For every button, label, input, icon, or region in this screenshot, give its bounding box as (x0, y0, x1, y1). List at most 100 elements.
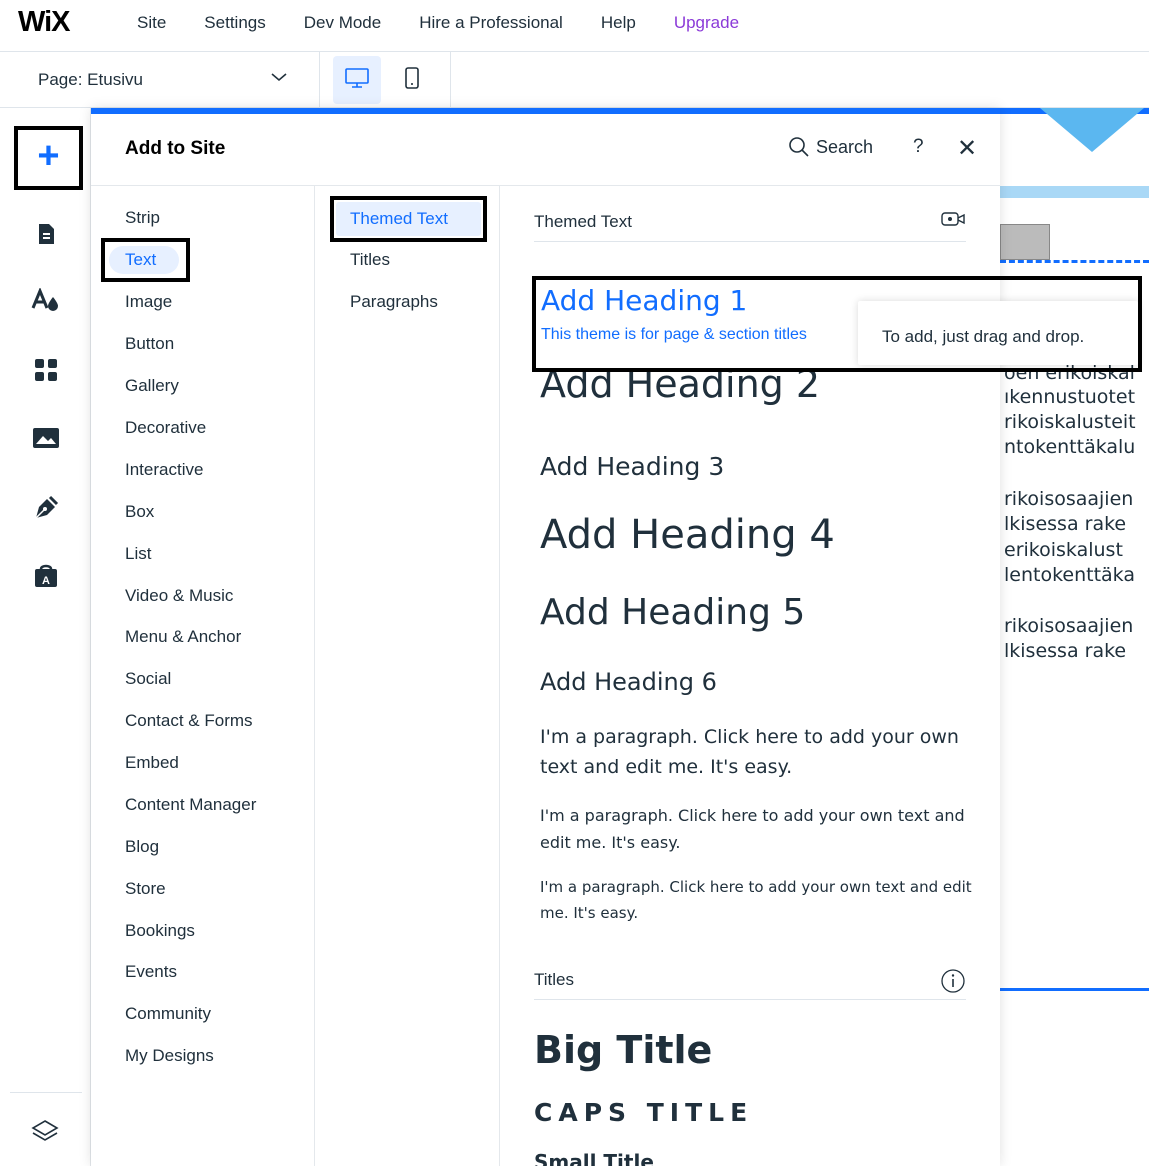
site-canvas[interactable]: oen erikoiskal ıkennustuotet rikoiskalus… (1000, 108, 1149, 1166)
canvas-dashed-guide (1000, 260, 1149, 263)
search-icon (788, 136, 810, 158)
divider (10, 1092, 82, 1093)
canvas-triangle-shape (1040, 108, 1144, 152)
category-video-music[interactable]: Video & Music (125, 586, 233, 606)
big-title-preset[interactable]: Big Title (534, 1028, 712, 1072)
caps-title-preset[interactable]: CAPS TITLE (534, 1098, 753, 1127)
category-interactive[interactable]: Interactive (125, 460, 203, 480)
category-image[interactable]: Image (125, 292, 172, 312)
subcategory-themed-text-selected[interactable]: Themed Text (330, 196, 487, 242)
business-button[interactable]: A (28, 560, 64, 596)
section-header-titles: Titles (534, 960, 966, 1000)
section-title: Themed Text (534, 212, 632, 231)
category-gallery[interactable]: Gallery (125, 376, 179, 396)
help-button[interactable]: ? (913, 136, 924, 158)
top-bar: WiX Site Settings Dev Mode Hire a Profes… (0, 0, 1149, 52)
category-events[interactable]: Events (125, 962, 177, 982)
menu-hire-professional[interactable]: Hire a Professional (419, 13, 563, 33)
paragraph-1-preset[interactable]: I'm a paragraph. Click here to add your … (540, 722, 960, 782)
video-icon[interactable] (940, 210, 966, 233)
heading-1-preset-highlighted[interactable]: Add Heading 1 This theme is for page & s… (532, 276, 1142, 372)
mobile-icon (404, 66, 420, 95)
desktop-view-button[interactable] (333, 56, 381, 104)
wix-logo[interactable]: WiX (18, 6, 71, 39)
canvas-text-line: lentokenttäka (1004, 564, 1135, 586)
section-header-themed-text: Themed Text (534, 202, 966, 242)
page-selector[interactable]: Page: Etusivu (0, 52, 320, 108)
category-community[interactable]: Community (125, 1004, 211, 1024)
category-list: Strip Text Image Button Gallery Decorati… (91, 186, 315, 1166)
svg-text:A: A (42, 575, 50, 587)
category-content-manager[interactable]: Content Manager (125, 795, 256, 815)
close-button[interactable]: ✕ (957, 134, 977, 163)
category-strip[interactable]: Strip (125, 208, 160, 228)
subcategory-paragraphs[interactable]: Paragraphs (350, 292, 438, 312)
apps-grid-icon (34, 358, 58, 387)
pages-button[interactable] (28, 218, 64, 254)
subcategory-list: Themed Text Titles Paragraphs (315, 186, 500, 1166)
design-button[interactable] (28, 284, 64, 320)
page-name: Etusivu (87, 70, 143, 89)
canvas-text-line: ntokenttäkalu (1004, 436, 1136, 458)
menu-upgrade[interactable]: Upgrade (674, 13, 739, 33)
subcategory-titles[interactable]: Titles (350, 250, 390, 270)
layers-icon (30, 1120, 60, 1150)
plus-icon: + (37, 135, 60, 177)
add-elements-button[interactable]: + (14, 126, 83, 190)
category-bookings[interactable]: Bookings (125, 921, 195, 941)
category-list[interactable]: List (125, 544, 151, 564)
info-icon[interactable] (940, 968, 966, 999)
category-store[interactable]: Store (125, 879, 166, 899)
add-to-site-panel: Add to Site Search ? ✕ Strip Text Image … (91, 108, 1000, 1166)
category-text-selected[interactable]: Text (101, 238, 190, 282)
pen-icon (33, 495, 59, 526)
canvas-text-line: ıkennustuotet (1004, 386, 1136, 408)
category-contact-forms[interactable]: Contact & Forms (125, 711, 253, 731)
canvas-text-line: lkisessa rake (1004, 640, 1127, 662)
menu-site[interactable]: Site (137, 13, 166, 33)
small-title-preset[interactable]: Small Title (534, 1150, 654, 1166)
canvas-text-line: erikoiskalust (1004, 539, 1123, 561)
heading-1-preset: Add Heading 1 (541, 284, 748, 317)
top-menu: Site Settings Dev Mode Hire a Profession… (118, 0, 758, 46)
mobile-view-button[interactable] (388, 56, 436, 104)
menu-settings[interactable]: Settings (204, 13, 265, 33)
layers-button[interactable] (30, 1118, 60, 1151)
paragraph-3-preset[interactable]: I'm a paragraph. Click here to add your … (540, 874, 990, 926)
canvas-blue-line (1000, 988, 1149, 991)
left-toolbar: + A (0, 108, 91, 1166)
menu-help[interactable]: Help (601, 13, 636, 33)
canvas-text-line: rikoisosaajien (1004, 615, 1134, 637)
category-menu-anchor[interactable]: Menu & Anchor (125, 627, 241, 647)
paragraph-2-preset[interactable]: I'm a paragraph. Click here to add your … (540, 802, 985, 856)
heading-6-preset[interactable]: Add Heading 6 (540, 668, 717, 696)
canvas-grey-box (1000, 224, 1050, 260)
category-decorative[interactable]: Decorative (125, 418, 206, 438)
heading-4-preset[interactable]: Add Heading 4 (540, 512, 835, 558)
canvas-band (1000, 186, 1149, 198)
drag-drop-tooltip: To add, just drag and drop. (858, 301, 1138, 365)
category-social[interactable]: Social (125, 669, 171, 689)
category-my-designs[interactable]: My Designs (125, 1046, 214, 1066)
heading-5-preset[interactable]: Add Heading 5 (540, 592, 805, 633)
category-box[interactable]: Box (125, 502, 154, 522)
desktop-icon (344, 66, 370, 95)
chevron-down-icon (270, 70, 288, 86)
category-text: Text (125, 250, 157, 269)
subcategory-themed-text: Themed Text (350, 209, 448, 228)
canvas-text-line: rikoisosaajien (1004, 488, 1134, 510)
image-icon (32, 427, 60, 454)
apps-button[interactable] (28, 354, 64, 390)
search-button[interactable]: Search (788, 136, 873, 158)
panel-header: Add to Site Search ? ✕ (91, 114, 1000, 186)
blog-button[interactable] (28, 492, 64, 528)
media-button[interactable] (28, 422, 64, 458)
menu-dev-mode[interactable]: Dev Mode (304, 13, 381, 33)
briefcase-icon: A (33, 563, 59, 594)
page-bar: Page: Etusivu (0, 52, 1149, 108)
category-embed[interactable]: Embed (125, 753, 179, 773)
panel-title: Add to Site (125, 138, 226, 159)
category-blog[interactable]: Blog (125, 837, 159, 857)
heading-3-preset[interactable]: Add Heading 3 (540, 452, 724, 481)
category-button[interactable]: Button (125, 334, 174, 354)
